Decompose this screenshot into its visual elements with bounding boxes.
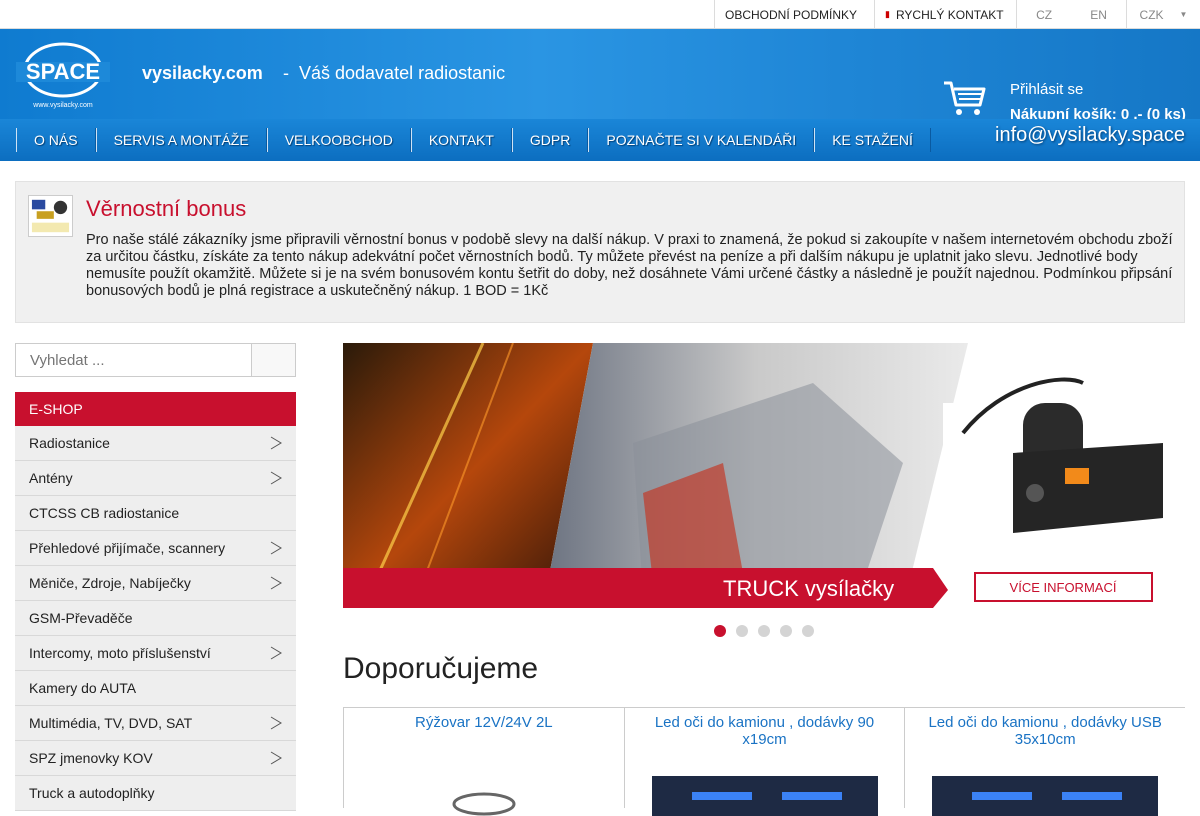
product-card[interactable]: Led oči do kamionu , dodávky USB 35x10cm <box>904 708 1185 816</box>
product-image <box>932 776 1159 816</box>
slide-banner-image: TRUCK vysílačky VÍCE INFORMACÍ <box>343 343 1185 608</box>
product-image <box>452 792 516 816</box>
main-nav: O NÁS SERVIS A MONTÁŽE VELKOOBCHOD KONTA… <box>0 119 1200 161</box>
category-menu: E-SHOP Radiostanice Antény CTCSS CB radi… <box>15 392 296 811</box>
terms-link[interactable]: OBCHODNÍ PODMÍNKY <box>714 0 874 29</box>
menu-item-label: CTCSS CB radiostanice <box>29 505 180 521</box>
top-bar: OBCHODNÍ PODMÍNKY ▮ RYCHLÝ KONTAKT CZ EN… <box>0 0 1200 29</box>
menu-item-label: Multimédia, TV, DVD, SAT <box>29 715 193 731</box>
search-input[interactable] <box>15 343 251 377</box>
nav-item-velkoobchod[interactable]: VELKOOBCHOD <box>266 128 411 152</box>
slider-dot[interactable] <box>714 625 726 637</box>
product-name-link[interactable]: Led oči do kamionu , dodávky 90 x19cm <box>625 708 905 748</box>
slider-dot[interactable] <box>736 625 748 637</box>
svg-text:SPACE: SPACE <box>26 59 100 84</box>
cart-icon[interactable] <box>942 79 986 117</box>
menu-item-truck[interactable]: Truck a autodoplňky <box>15 776 296 811</box>
bonus-title: Věrnostní bonus <box>86 196 247 221</box>
menu-item-label: Radiostanice <box>29 435 110 451</box>
nav-item-gdpr[interactable]: GDPR <box>511 128 589 152</box>
nav-item-kalendar[interactable]: POZNAČTE SI V KALENDÁŘI <box>588 128 815 152</box>
space-logo[interactable]: SPACE www.vysilacky.com <box>16 40 110 110</box>
hero-slider[interactable]: TRUCK vysílačky VÍCE INFORMACÍ <box>343 343 1185 608</box>
chevron-right-icon <box>270 716 282 730</box>
recommended-heading: Doporučujeme <box>343 652 539 685</box>
chevron-right-icon <box>270 436 282 450</box>
lang-en[interactable]: EN <box>1090 8 1107 22</box>
menu-item-label: Intercomy, moto příslušenství <box>29 645 211 661</box>
currency-select[interactable]: CZK ▼ <box>1126 0 1200 29</box>
quick-contact-link[interactable]: ▮ RYCHLÝ KONTAKT <box>874 0 1016 29</box>
loyalty-bonus-box: Věrnostní bonus Pro naše stálé zákazníky… <box>15 181 1185 323</box>
chevron-right-icon <box>270 471 282 485</box>
menu-item-spz[interactable]: SPZ jmenovky KOV <box>15 741 296 776</box>
slider-dot[interactable] <box>780 625 792 637</box>
nav-item-servis[interactable]: SERVIS A MONTÁŽE <box>95 128 267 152</box>
bonus-text: Pro naše stálé zákazníky jsme připravili… <box>86 232 1173 299</box>
chevron-right-icon <box>270 646 282 660</box>
slider-dot[interactable] <box>802 625 814 637</box>
menu-item-label: Truck a autodoplňky <box>29 785 155 801</box>
product-image <box>651 776 878 816</box>
menu-item-label: SPZ jmenovky KOV <box>29 750 153 766</box>
top-links: OBCHODNÍ PODMÍNKY ▮ RYCHLÝ KONTAKT CZ EN… <box>714 0 1200 29</box>
contact-marker-icon: ▮ <box>885 9 890 19</box>
menu-item-scannery[interactable]: Přehledové přijímače, scannery <box>15 531 296 566</box>
site-name[interactable]: vysilacky.com <box>142 63 263 84</box>
site-tagline: Váš dodavatel radiostanic <box>299 63 506 83</box>
menu-item-multimedia[interactable]: Multimédia, TV, DVD, SAT <box>15 706 296 741</box>
menu-item-menice[interactable]: Měniče, Zdroje, Nabíječky <box>15 566 296 601</box>
menu-item-label: Měniče, Zdroje, Nabíječky <box>29 575 191 591</box>
slider-dot[interactable] <box>758 625 770 637</box>
chevron-right-icon <box>270 576 282 590</box>
menu-item-ctcss[interactable]: CTCSS CB radiostanice <box>15 496 296 531</box>
slider-dots <box>714 625 814 637</box>
menu-item-anteny[interactable]: Antény <box>15 461 296 496</box>
search-button[interactable] <box>251 343 296 377</box>
title-separator: - <box>283 63 289 83</box>
product-card[interactable]: Rýžovar 12V/24V 2L <box>343 708 624 816</box>
login-link[interactable]: Přihlásit se <box>1010 81 1083 98</box>
loyalty-program-image <box>28 195 73 237</box>
language-switcher: CZ EN <box>1016 0 1126 29</box>
menu-item-intercomy[interactable]: Intercomy, moto příslušenství <box>15 636 296 671</box>
product-card[interactable]: Led oči do kamionu , dodávky 90 x19cm <box>623 708 905 816</box>
currency-value: CZK <box>1139 7 1164 22</box>
nav-item-kontakt[interactable]: KONTAKT <box>410 128 512 152</box>
chevron-right-icon <box>270 541 282 555</box>
menu-item-kamery[interactable]: Kamery do AUTA <box>15 671 296 706</box>
menu-head-eshop[interactable]: E-SHOP <box>15 392 296 426</box>
product-name-link[interactable]: Led oči do kamionu , dodávky USB 35x10cm <box>905 708 1185 748</box>
menu-item-radiostanice[interactable]: Radiostanice <box>15 426 296 461</box>
svg-text:www.vysilacky.com: www.vysilacky.com <box>32 102 93 109</box>
chevron-right-icon <box>270 751 282 765</box>
contact-email[interactable]: info@vysilacky.space <box>995 124 1185 147</box>
svg-text:VÍCE INFORMACÍ: VÍCE INFORMACÍ <box>1010 580 1117 595</box>
svg-text:TRUCK vysílačky: TRUCK vysílačky <box>723 576 894 601</box>
nav-item-o-nas[interactable]: O NÁS <box>16 128 96 152</box>
search-box <box>15 343 296 377</box>
menu-item-label: Přehledové přijímače, scannery <box>29 540 226 556</box>
lang-cz[interactable]: CZ <box>1036 8 1052 22</box>
chevron-down-icon: ▼ <box>1179 10 1188 19</box>
quick-contact-label: RYCHLÝ KONTAKT <box>895 7 1004 22</box>
nav-item-ke-stazeni[interactable]: KE STAŽENÍ <box>814 128 931 152</box>
menu-item-label: Kamery do AUTA <box>29 680 137 696</box>
product-name-link[interactable]: Rýžovar 12V/24V 2L <box>344 708 624 731</box>
menu-item-gsm[interactable]: GSM-Převaděče <box>15 601 296 636</box>
menu-item-label: Antény <box>29 470 73 486</box>
menu-item-label: GSM-Převaděče <box>29 610 133 626</box>
site-header: SPACE www.vysilacky.com vysilacky.com - … <box>0 29 1200 123</box>
recommended-products: Rýžovar 12V/24V 2L Led oči do kamionu , … <box>343 707 1185 816</box>
